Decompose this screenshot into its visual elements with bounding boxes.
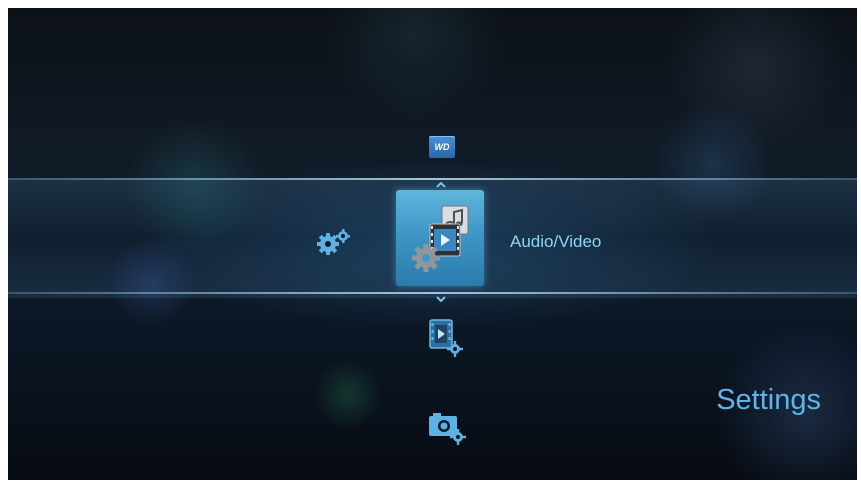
gears-icon[interactable]: [314, 228, 352, 256]
audio-video-settings-tile[interactable]: [396, 190, 484, 286]
chevron-down-icon[interactable]: [436, 294, 446, 304]
band-top-line: [8, 178, 857, 180]
page-title: Settings: [716, 384, 821, 416]
media-player-screen: WD Audio/Video Settings: [8, 8, 857, 480]
audio-video-settings-icon: [412, 205, 469, 272]
band-bottom-line: [8, 292, 857, 294]
wd-logo-icon[interactable]: WD: [429, 136, 455, 158]
chevron-up-icon[interactable]: [436, 180, 446, 190]
video-settings-icon[interactable]: [426, 318, 466, 358]
selected-item-label: Audio/Video: [510, 232, 602, 251]
photo-settings-icon[interactable]: [427, 410, 469, 446]
wd-logo-label: WD: [434, 142, 450, 152]
